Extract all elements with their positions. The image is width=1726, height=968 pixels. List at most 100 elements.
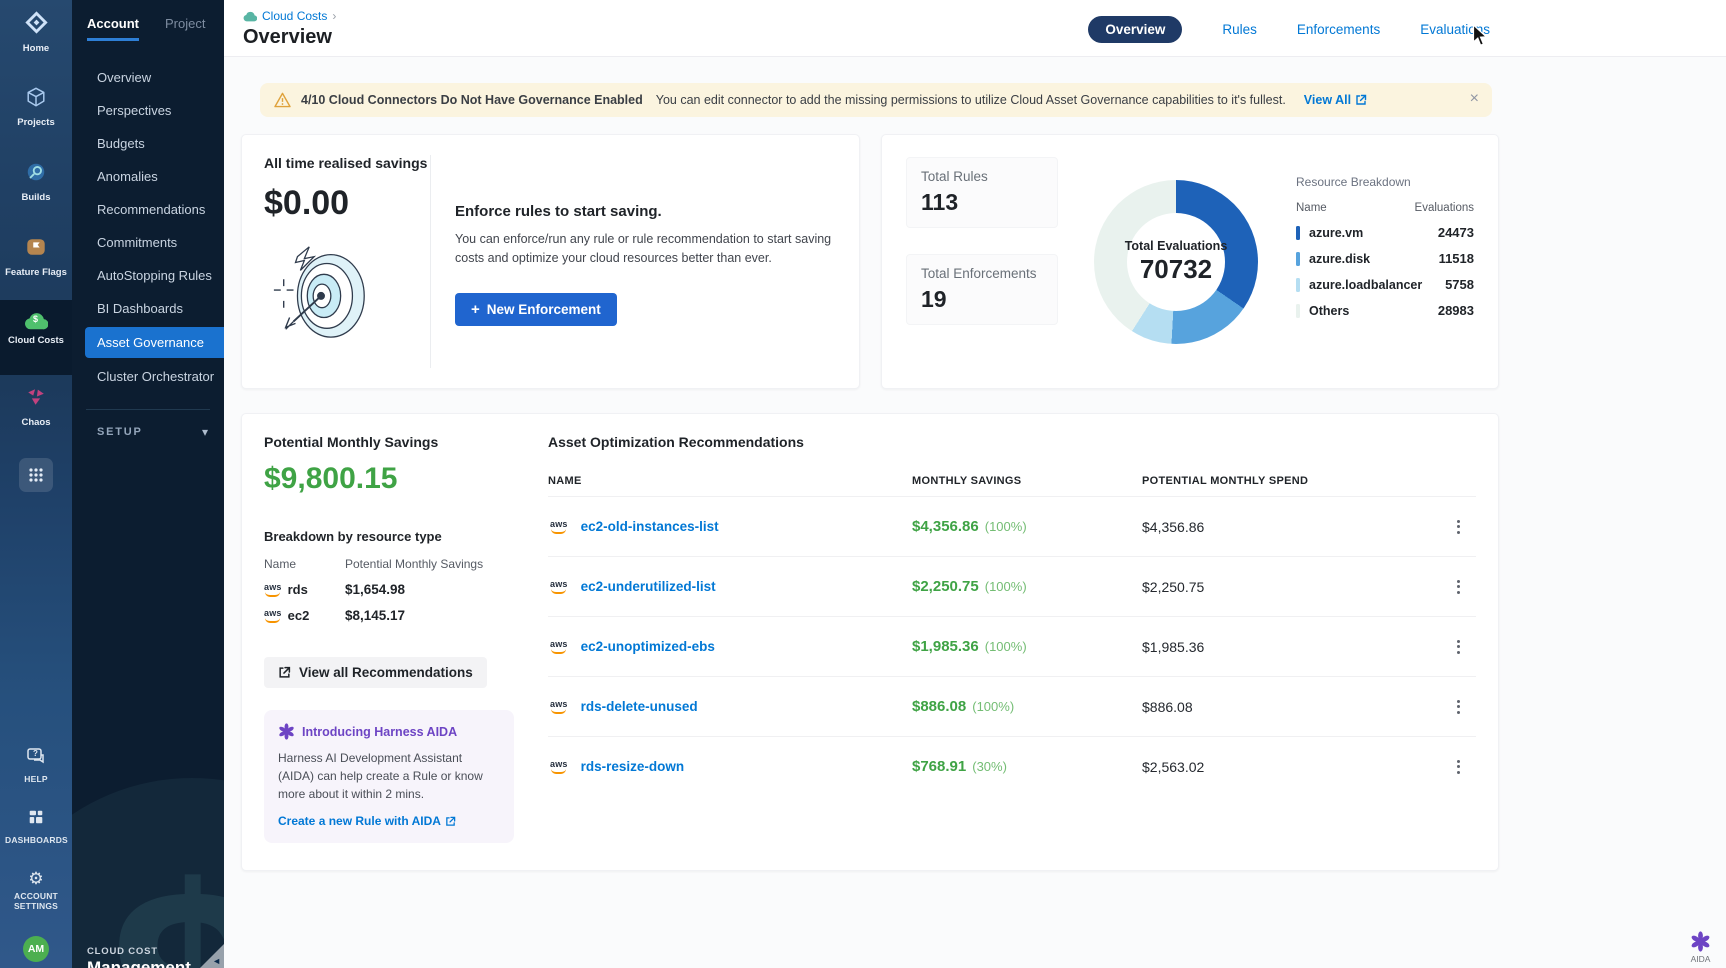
- rail-item-feature-flags[interactable]: Feature Flags: [0, 225, 72, 300]
- page-header: Cloud Costs › Overview Overview Rules En…: [224, 0, 1726, 57]
- help-button[interactable]: ? HELP: [5, 747, 67, 785]
- module-rail: Home Projects Builds Feature Flags $: [0, 0, 72, 968]
- table-row: aws ec2-unoptimized-ebs $1,985.36(100%) …: [548, 616, 1476, 676]
- sidebar-item-overview[interactable]: Overview: [72, 61, 224, 94]
- row-menu-kebab-icon[interactable]: [1451, 576, 1466, 598]
- aws-icon: aws: [550, 640, 568, 654]
- projects-cube-icon: [25, 86, 47, 113]
- tab-enforcements[interactable]: Enforcements: [1297, 22, 1380, 37]
- legend-chip: [1296, 304, 1300, 318]
- plus-icon: +: [471, 301, 480, 318]
- aws-icon: aws: [550, 700, 568, 714]
- aws-icon: aws: [264, 583, 282, 597]
- dashboards-button[interactable]: DASHBOARDS: [5, 808, 67, 846]
- recommendation-link[interactable]: ec2-underutilized-list: [581, 579, 716, 594]
- row-menu-kebab-icon[interactable]: [1451, 636, 1466, 658]
- rail-item-label: Feature Flags: [5, 268, 67, 278]
- resource-breakdown-legend: Resource Breakdown Name Evaluations azur…: [1296, 157, 1474, 366]
- tab-account[interactable]: Account: [87, 16, 139, 41]
- potential-savings-amount: $9,800.15: [264, 462, 516, 496]
- sidebar-item-autostopping-rules[interactable]: AutoStopping Rules: [72, 259, 224, 292]
- rail-item-chaos[interactable]: Chaos: [0, 375, 72, 450]
- banner-title: 4/10 Cloud Connectors Do Not Have Govern…: [301, 93, 643, 107]
- rail-item-projects[interactable]: Projects: [0, 75, 72, 150]
- close-icon[interactable]: ×: [1470, 90, 1479, 108]
- brand-line-2: Management: [87, 958, 191, 968]
- legend-row: azure.vm 24473: [1296, 225, 1474, 240]
- governance-warning-banner: 4/10 Cloud Connectors Do Not Have Govern…: [260, 83, 1492, 117]
- banner-description: You can edit connector to add the missin…: [656, 93, 1286, 107]
- row-menu-kebab-icon[interactable]: [1451, 516, 1466, 538]
- create-rule-with-aida-link[interactable]: Create a new Rule with AIDA: [278, 814, 456, 828]
- recommendation-link[interactable]: ec2-old-instances-list: [581, 519, 719, 534]
- tab-overview[interactable]: Overview: [1088, 16, 1182, 43]
- breadcrumb-cloud-costs-link[interactable]: Cloud Costs: [262, 9, 327, 23]
- account-settings-button[interactable]: ⚙ ACCOUNT SETTINGS: [5, 870, 67, 912]
- legend-chip: [1296, 278, 1300, 292]
- view-all-recommendations-button[interactable]: View all Recommendations: [264, 657, 487, 688]
- sidebar-item-budgets[interactable]: Budgets: [72, 127, 224, 160]
- rail-item-home[interactable]: Home: [0, 0, 72, 75]
- donut-center-label: Total Evaluations: [1125, 239, 1228, 253]
- potential-savings-column: Potential Monthly Savings $9,800.15 Brea…: [264, 434, 516, 844]
- module-picker-grid-icon[interactable]: [19, 458, 53, 492]
- aws-icon: aws: [550, 580, 568, 594]
- sidebar-item-recommendations[interactable]: Recommendations: [72, 193, 224, 226]
- sidebar-item-cluster-orchestrator[interactable]: Cluster Orchestrator: [72, 360, 224, 393]
- tab-rules[interactable]: Rules: [1222, 22, 1257, 37]
- aida-header: Introducing Harness AIDA: [278, 723, 500, 740]
- external-link-icon: [445, 816, 456, 827]
- cloud-costs-icon: $: [24, 311, 48, 331]
- sidebar-item-commitments[interactable]: Commitments: [72, 226, 224, 259]
- sidebar-item-asset-governance[interactable]: Asset Governance: [85, 327, 224, 358]
- table-row: aws ec2-old-instances-list $4,356.86(100…: [548, 496, 1476, 556]
- user-avatar[interactable]: AM: [23, 936, 49, 962]
- evaluations-donut[interactable]: Total Evaluations 70732: [1094, 180, 1258, 344]
- rail-item-builds[interactable]: Builds: [0, 150, 72, 225]
- realised-savings-card: All time realised savings $0.00: [241, 134, 860, 389]
- chaos-icon: [25, 386, 47, 413]
- breadcrumb-separator: ›: [332, 9, 336, 23]
- recommendation-link[interactable]: ec2-unoptimized-ebs: [581, 639, 715, 654]
- dashboards-grid-icon: [27, 808, 45, 831]
- enforce-cta-block: Enforce rules to start saving. You can e…: [455, 155, 837, 368]
- chevron-down-icon: ▾: [202, 425, 208, 439]
- row-menu-kebab-icon[interactable]: [1451, 696, 1466, 718]
- warning-icon: [274, 92, 291, 108]
- evaluations-donut-wrap: Total Evaluations 70732: [1094, 180, 1258, 344]
- legend-headers: Name Evaluations: [1296, 202, 1474, 214]
- rail-item-label: Cloud Costs: [8, 336, 64, 346]
- help-chat-icon: ?: [26, 747, 46, 770]
- sidebar-item-bi-dashboards[interactable]: BI Dashboards: [72, 292, 224, 325]
- view-all-link[interactable]: View All: [1304, 93, 1367, 107]
- builds-icon: [25, 161, 47, 188]
- aida-flower-icon: [1690, 931, 1711, 952]
- page-body: 4/10 Cloud Connectors Do Not Have Govern…: [224, 57, 1726, 871]
- tab-evaluations[interactable]: Evaluations: [1420, 22, 1490, 37]
- row-menu-kebab-icon[interactable]: [1451, 756, 1466, 778]
- new-enforcement-button[interactable]: + New Enforcement: [455, 293, 617, 326]
- page-tabs: Overview Rules Enforcements Evaluations: [1088, 16, 1490, 43]
- sidebar-item-perspectives[interactable]: Perspectives: [72, 94, 224, 127]
- main-content: Cloud Costs › Overview Overview Rules En…: [224, 0, 1726, 968]
- external-link-icon: [1355, 94, 1367, 106]
- aida-fab-button[interactable]: AIDA: [1690, 931, 1711, 964]
- sidebar-divider: [86, 409, 210, 410]
- stat-label: Total Enforcements: [921, 266, 1043, 281]
- rail-item-cloud-costs[interactable]: $ Cloud Costs: [0, 300, 72, 375]
- recommendation-link[interactable]: rds-delete-unused: [581, 699, 698, 714]
- brand-line-1: CLOUD COST: [87, 946, 191, 957]
- legend-row: azure.disk 11518: [1296, 251, 1474, 266]
- external-link-icon: [278, 666, 291, 679]
- table-row: aws rds-delete-unused $886.08(100%) $886…: [548, 676, 1476, 736]
- summary-row: All time realised savings $0.00: [241, 134, 1726, 389]
- sidebar-setup-toggle[interactable]: SETUP ▾: [97, 425, 208, 439]
- sidebar-brand: CLOUD COST Management: [87, 946, 191, 968]
- collapse-arrow-icon[interactable]: ◄: [212, 956, 221, 966]
- aida-fab-label: AIDA: [1691, 954, 1711, 964]
- legend-row: azure.loadbalancer 5758: [1296, 277, 1474, 292]
- recommendation-link[interactable]: rds-resize-down: [581, 759, 685, 774]
- tab-project[interactable]: Project: [165, 16, 205, 41]
- sidebar-item-anomalies[interactable]: Anomalies: [72, 160, 224, 193]
- recommendations-table: NAME MONTHLY SAVINGS POTENTIAL MONTHLY S…: [548, 466, 1476, 796]
